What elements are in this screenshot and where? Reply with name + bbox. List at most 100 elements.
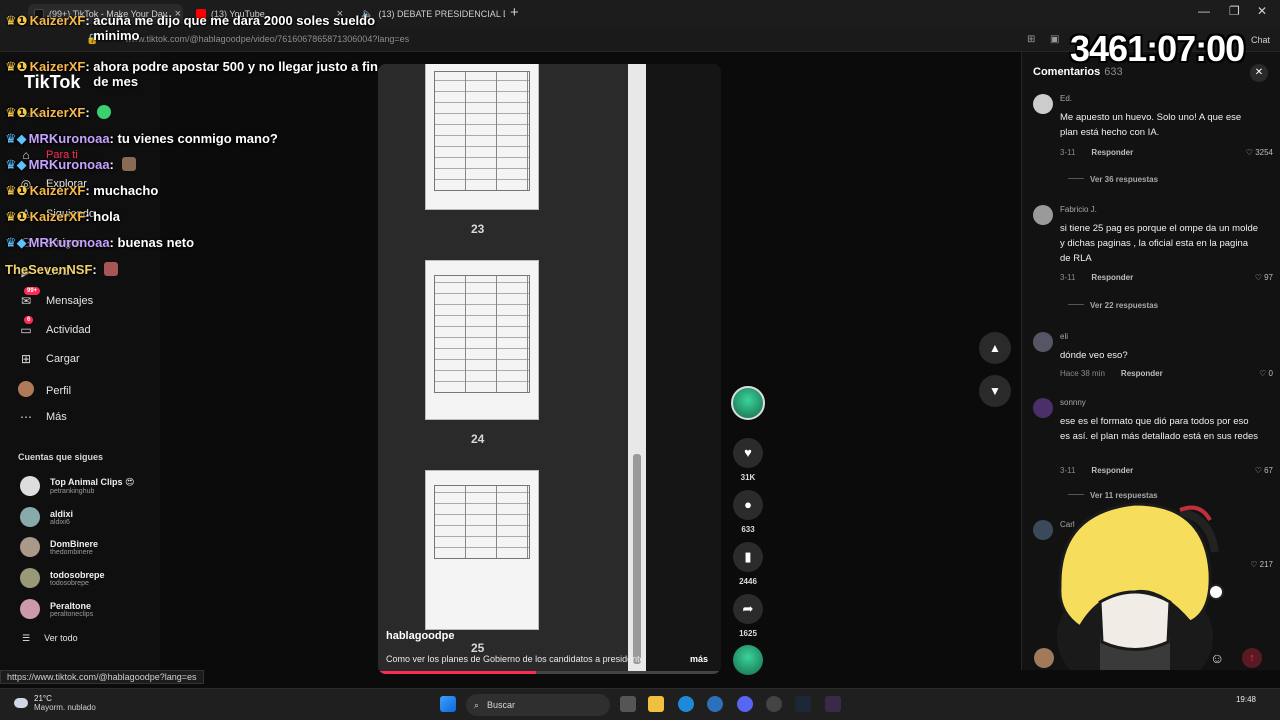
edge-browser-icon[interactable] [678,696,694,712]
discord-icon[interactable] [737,696,753,712]
sidebar-item-cargar[interactable]: ⊞ Cargar [18,352,80,366]
notification-badge: 6 [24,316,34,324]
avatar [20,507,40,527]
notification-badge: 99+ [24,287,41,295]
activity-icon: ▭ 6 [20,316,34,337]
arrow-up-icon: ↑ [1249,652,1255,664]
upload-icon: ⊞ [20,352,32,366]
close-window-icon[interactable]: ✕ [1257,4,1267,18]
next-video-button[interactable]: ▼ [979,375,1011,407]
sidebar-item-actividad[interactable]: ▭ 6 Actividad [18,316,91,337]
comment-like-button[interactable]: ♡ 0 [1259,369,1273,378]
comment-like-button[interactable]: ♡ 3254 [1246,148,1273,157]
weather-widget[interactable]: 21°C Mayorm. nublado [14,694,96,712]
streamer-mascot-avatar [1057,502,1224,670]
close-comments-button[interactable]: ✕ [1250,64,1268,82]
tab-actions-icon[interactable]: ▣ [1050,34,1059,45]
minimize-icon[interactable]: — [1198,4,1210,18]
chat-message: ♛◆ MRKuronoaa: buenas neto [5,235,195,250]
task-view-icon[interactable] [620,696,636,712]
steam-icon[interactable] [795,696,811,712]
document-preview: 23 24 25 [378,64,628,674]
sidebar-item-mensajes[interactable]: ✉ 99+ Mensajes [18,287,93,308]
chat-message: ♛❶ KaizerXF: muchacho [5,183,159,198]
message-icon: ✉ 99+ [18,287,41,308]
crown-badge-icon: ♛◆ [5,131,27,146]
maximize-icon[interactable]: ❐ [1229,4,1240,18]
document-page [425,64,539,210]
author-avatar[interactable] [731,386,765,420]
more-icon: ⋯ [20,410,32,424]
page-number: 23 [471,222,485,236]
new-tab-button[interactable]: + [510,4,519,21]
followed-account[interactable]: Top Animal Clips 😍 petrankinghub [20,476,134,496]
bookmark-icon: ▮ [733,542,763,572]
comment-button[interactable]: ● 633 [733,490,763,534]
comment-like-button[interactable]: ♡ 217 [1250,560,1273,569]
avatar [20,568,40,588]
description-more-button[interactable]: más [690,654,708,664]
followed-account[interactable]: DomBinere thedombinere [20,537,98,557]
sidebar-item-perfil[interactable]: Perfil [18,381,71,400]
status-bar-url: https://www.tiktok.com/@hablagoodpe?lang… [0,670,204,684]
sidebar-item-mas[interactable]: ⋯ Más [18,410,67,424]
followed-account[interactable]: todosobrepe todosobrepe [20,568,105,588]
document-scroll-thumb [633,454,641,664]
share-icon: ➦ [733,594,763,624]
reply-button[interactable]: Responder [1091,273,1133,282]
split-screen-icon[interactable]: ⊞ [1027,34,1035,45]
list-icon: ☰ [22,633,31,643]
avatar [20,476,40,496]
document-page [425,470,539,630]
emote-icon [121,157,136,171]
followed-account[interactable]: aldixi aldixi6 [20,507,73,527]
chat-message: ♛❶ KaizerXF: [5,105,112,121]
comment-item: eli dónde veo eso? Hace 38 min Responder … [1033,332,1273,382]
video-player[interactable]: 23 24 25 hablagoodpe Como ver los planes… [378,64,721,674]
music-disc-avatar[interactable] [733,645,763,675]
see-all-following-button[interactable]: ☰ Ver todo [22,633,78,644]
save-button[interactable]: ▮ 2446 [733,542,763,586]
crown-badge-icon: ♛◆ [5,235,27,250]
taskbar-clock[interactable]: 19:48 [1236,695,1256,704]
chat-message: ♛❶ KaizerXF: acuña me dijo que me dara 20… [5,13,376,43]
video-progress-bar[interactable] [378,671,721,674]
chat-button[interactable]: Chat [1251,35,1270,45]
windows-start-icon[interactable] [440,696,456,712]
heart-icon: ♥ [733,438,763,468]
search-icon: ⌕ [474,699,480,710]
view-replies-button[interactable]: Ver 22 respuestas [1068,301,1158,310]
app-icon[interactable] [825,696,841,712]
chevron-up-icon: ▲ [989,341,1001,355]
comment-like-button[interactable]: ♡ 67 [1255,466,1273,475]
avatar [20,537,40,557]
view-replies-button[interactable]: Ver 36 respuestas [1068,175,1158,184]
avatar[interactable] [1033,205,1053,225]
page-number: 24 [471,432,485,446]
comment-item: Fabricio J. si tiene 25 pag es porque el… [1033,205,1273,315]
reply-button[interactable]: Responder [1091,148,1133,157]
comment-like-button[interactable]: ♡ 97 [1255,273,1273,282]
reply-button[interactable]: Responder [1091,466,1133,475]
browser-icon[interactable] [707,696,723,712]
file-explorer-icon[interactable] [648,696,664,712]
taskbar-search[interactable]: ⌕ Buscar [466,694,610,716]
app-icon[interactable] [766,696,782,712]
crown-badge-icon: ♛❶ [5,209,28,224]
followed-account[interactable]: Peraltone peraltoneclips [20,599,93,619]
post-comment-button[interactable]: ↑ [1242,648,1262,668]
video-description: Como ver los planes de Gobierno de los c… [386,654,645,664]
close-icon: ✕ [1254,67,1264,78]
previous-video-button[interactable]: ▲ [979,332,1011,364]
page-number: 25 [471,641,485,655]
video-progress-fill [378,671,536,674]
share-button[interactable]: ➦ 1625 [733,594,763,638]
video-author[interactable]: hablagoodpe [386,630,454,642]
avatar[interactable] [1033,94,1053,114]
crown-badge-icon: ♛❶ [5,105,28,120]
avatar[interactable] [1033,398,1053,418]
chat-message: ♛❶ KaizerXF: hola [5,209,120,224]
like-button[interactable]: ♥ 31K [733,438,763,482]
reply-button[interactable]: Responder [1121,369,1163,378]
avatar[interactable] [1033,332,1053,352]
